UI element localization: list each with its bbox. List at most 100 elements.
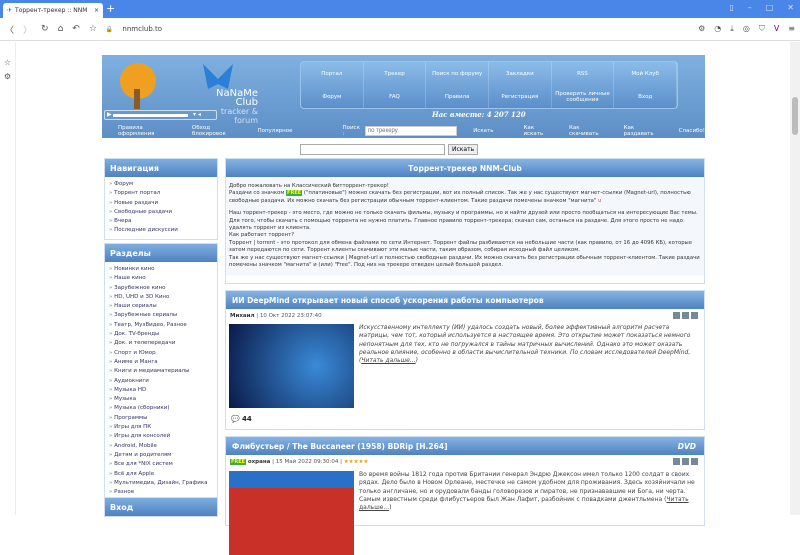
section-item[interactable]: Зарубежные сериалы (109, 311, 213, 320)
menu-faq[interactable]: FAQ (364, 85, 427, 108)
section-item[interactable]: Мультимедиа, Дизайн, Графика (109, 479, 213, 488)
facebook-icon[interactable] (682, 312, 689, 319)
scrollbar[interactable] (790, 42, 800, 515)
sections-box: Разделы Новинки киноНаше киноЗарубежное … (104, 243, 218, 502)
nav-item[interactable]: Торрент портал (109, 189, 213, 198)
magnet-icon: ∪ (598, 197, 602, 204)
nav-item[interactable]: Последние дискуссии (109, 226, 213, 235)
section-item[interactable]: Все для *NIX систем (109, 460, 213, 469)
comment-icon: 💬 (231, 415, 240, 423)
nav-item[interactable]: Новые раздачи (109, 199, 213, 208)
undo-icon[interactable]: ↶ (72, 24, 80, 34)
star-icon[interactable]: ☆ (0, 58, 15, 67)
section-item[interactable]: HD, UHD и 3D Кино (109, 293, 213, 302)
link-popular[interactable]: Популярное (257, 128, 292, 134)
vpn-icon[interactable]: V (774, 24, 779, 34)
history-icon[interactable]: ◔ (714, 24, 721, 34)
new-tab-button[interactable]: + (106, 2, 115, 15)
section-item[interactable]: Android, Mobile (109, 442, 213, 451)
post-title[interactable]: ИИ DeepMind открывает новый способ ускор… (226, 291, 704, 309)
link-rules[interactable]: Правила оформления (118, 125, 176, 137)
camera-icon[interactable]: ◎ (743, 24, 750, 34)
post-title[interactable]: Флибустьер / The Buccaneer (1958) BDRip … (232, 442, 448, 451)
menu-my-club[interactable]: Мой Клуб (614, 62, 677, 85)
reload-icon[interactable]: ↻ (41, 24, 49, 34)
section-item[interactable]: Наше кино (109, 274, 213, 283)
url-field[interactable]: nnmclub.to (122, 25, 162, 33)
vk-icon[interactable] (691, 458, 698, 465)
minimize-icon[interactable]: – (748, 3, 752, 12)
tracker-search-input[interactable] (364, 126, 458, 136)
address-bar: 〈〉 ↻ ⌂ ↶ ☆ 🔒 nnmclub.to ⚙ ◔ ⤓ ◎ ⛉ V ≡ (0, 18, 800, 41)
nav-item[interactable]: Свободные раздачи (109, 208, 213, 217)
nav-item[interactable]: Форум (109, 180, 213, 189)
section-item[interactable]: Спорт и Юмор (109, 349, 213, 358)
section-item[interactable]: Зарубежное кино (109, 284, 213, 293)
settings-icon[interactable]: ⚙ (0, 72, 15, 81)
section-item[interactable]: Всё для Apple (109, 470, 213, 479)
section-item[interactable]: Музыка (109, 395, 213, 404)
vk-icon[interactable] (691, 312, 698, 319)
section-item[interactable]: Театр, МузВидео, Разное (109, 321, 213, 330)
menu-rss[interactable]: RSS (552, 62, 615, 85)
post-author[interactable]: Михаил (230, 313, 254, 319)
search-button[interactable]: Искать (473, 128, 493, 134)
audio-player[interactable]: ▶ ▾ ◂ (104, 110, 217, 120)
home-icon[interactable]: ⌂ (58, 24, 64, 34)
maximize-icon[interactable]: □ (766, 3, 774, 12)
close-tab-icon[interactable]: × (94, 7, 99, 14)
twitter-icon[interactable] (673, 458, 680, 465)
menu-forum[interactable]: Форум (301, 85, 364, 108)
menu-rules[interactable]: Правила (426, 85, 489, 108)
section-item[interactable]: Детям и родителям (109, 451, 213, 460)
bookmark-star-icon[interactable]: ☆ (89, 24, 97, 34)
section-item[interactable]: Игры для консолей (109, 432, 213, 441)
header-links: Правила оформления Обход блокировок Популя… (102, 124, 705, 138)
forward-icon[interactable]: 〉 (23, 23, 32, 36)
read-more-link[interactable]: Читать дальше... (361, 357, 415, 364)
section-item[interactable]: Док. и телепередачи (109, 339, 213, 348)
menu-portal[interactable]: Портал (301, 62, 364, 85)
site-logo[interactable]: NaNaMe Club tracker & forum (108, 59, 258, 125)
section-item[interactable]: Док. TV-бренды (109, 330, 213, 339)
link-bypass[interactable]: Обход блокировок (192, 125, 242, 137)
section-item[interactable]: Новинки кино (109, 265, 213, 274)
section-item[interactable]: Музыка (сборники) (109, 404, 213, 413)
menu-bookmarks[interactable]: Закладки (489, 62, 552, 85)
back-icon[interactable]: 〈 (5, 23, 14, 36)
section-item[interactable]: Музыка HD (109, 386, 213, 395)
site-search-input[interactable] (300, 144, 445, 155)
link-how-seed[interactable]: Как раздавать (624, 125, 663, 137)
navigation-title: Навигация (105, 159, 217, 177)
twitter-icon[interactable] (673, 312, 680, 319)
section-item[interactable]: Игры для ПК (109, 423, 213, 432)
section-item[interactable]: Аниме и Манга (109, 358, 213, 367)
nav-item[interactable]: Вчера (109, 217, 213, 226)
post-author[interactable]: охрана (248, 459, 271, 465)
section-item[interactable]: Книги и медиаматериалы (109, 367, 213, 376)
close-window-icon[interactable]: ✕ (787, 3, 794, 12)
site-search-button[interactable]: Искать (448, 144, 479, 155)
extension-icon[interactable]: ⚙ (698, 24, 705, 34)
download-icon[interactable]: ⤓ (730, 24, 734, 34)
intro-p4: Как работает торрент? (229, 232, 295, 239)
link-how-download[interactable]: Как скачивать (569, 125, 608, 137)
menu-tracker[interactable]: Трекер (364, 62, 427, 85)
shield-icon[interactable]: ⛉ (759, 24, 765, 34)
menu-forum-search[interactable]: Поиск по форуму (426, 62, 489, 85)
main-menu: Портал Трекер Поиск по форуму Закладки RSS Мо… (300, 61, 678, 109)
section-item[interactable]: Программы (109, 414, 213, 423)
facebook-icon[interactable] (682, 458, 689, 465)
section-item[interactable]: Наши сериалы (109, 302, 213, 311)
link-how-search[interactable]: Как искать (523, 125, 553, 137)
menu-icon[interactable]: ≡ (788, 24, 795, 34)
menu-register[interactable]: Регистрация (489, 85, 552, 108)
menu-check-messages[interactable]: Проверить личные сообщения (552, 85, 615, 108)
browser-tab[interactable]: ✈ Торрент-трекер :: NNM × (3, 3, 103, 18)
menu-login[interactable]: Вход (614, 85, 677, 108)
restore-icon[interactable]: ▯ (729, 3, 733, 12)
login-title: Вход (105, 498, 217, 516)
section-item[interactable]: Аудиокниги (109, 377, 213, 386)
link-thanks[interactable]: Спасибо! (679, 128, 705, 134)
comment-count[interactable]: 44 (242, 415, 252, 423)
